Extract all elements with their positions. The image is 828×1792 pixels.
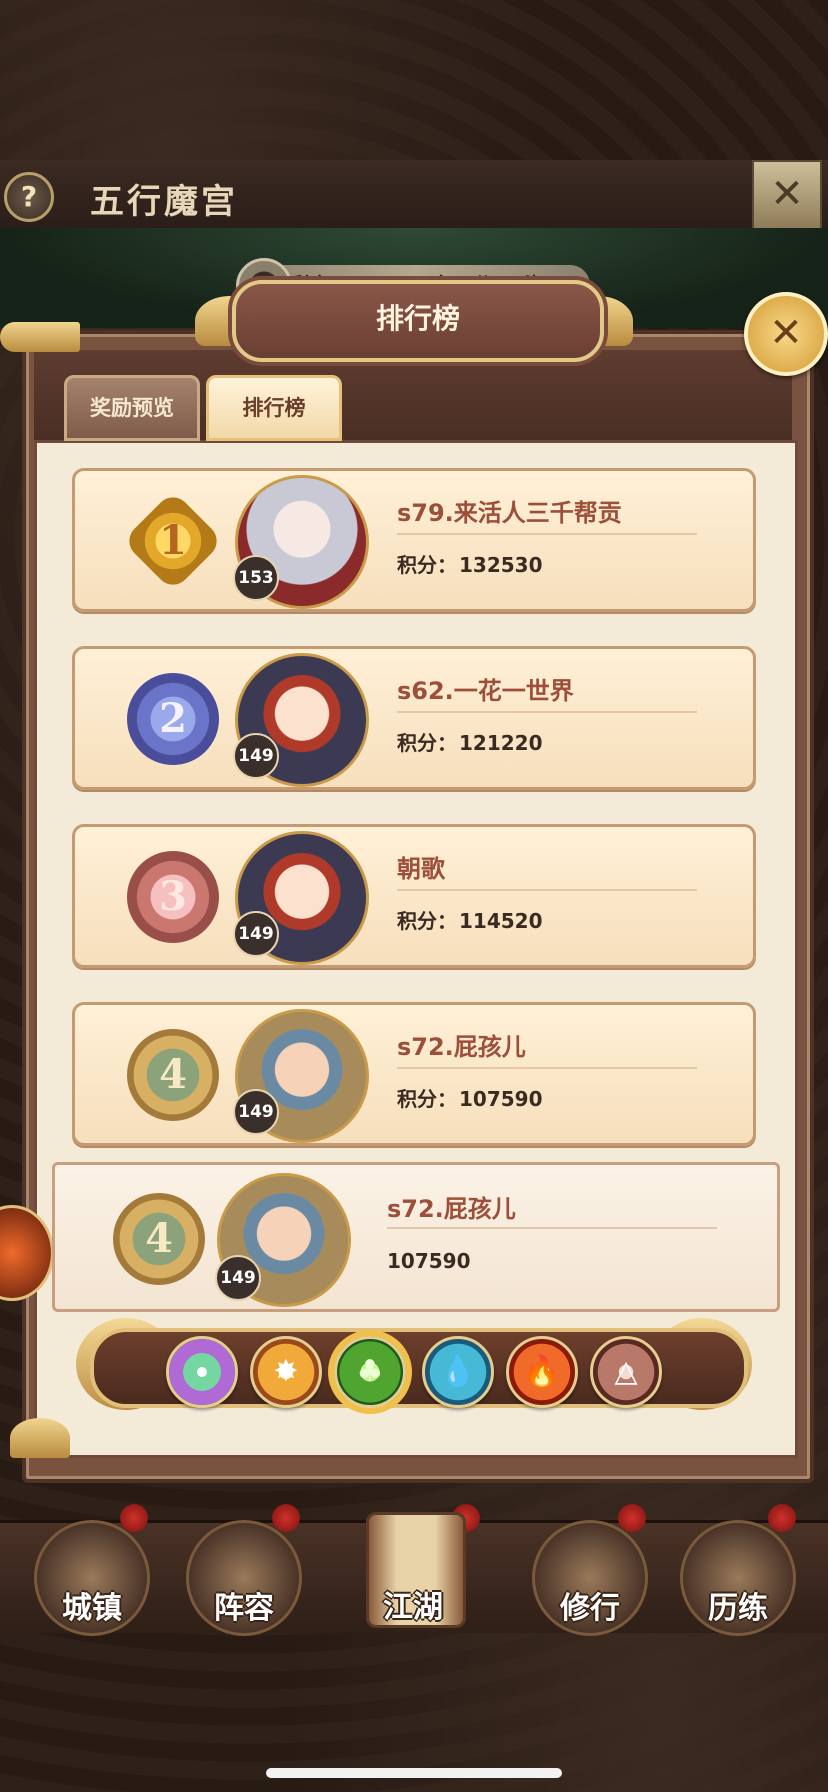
- wood-element-filter-icon[interactable]: ♣: [334, 1336, 406, 1408]
- top-bar: ? 五行魔宫 ✕: [0, 160, 828, 230]
- score: 积分： 107590: [397, 1083, 543, 1112]
- score-label: 积分：: [397, 909, 457, 933]
- panel-close-button[interactable]: ✕: [744, 292, 828, 376]
- rank-row[interactable]: 1 153 s79.来活人三千帮贡 积分： 132530: [72, 468, 756, 612]
- nav-jianghu-label: 江湖: [383, 1590, 443, 1625]
- water-element-filter-icon[interactable]: 💧: [422, 1336, 494, 1408]
- rank-row[interactable]: 2 149 s62.一花一世界 积分： 121220: [72, 646, 756, 790]
- nav-trials-label: 历练: [708, 1591, 768, 1626]
- divider: [397, 889, 697, 891]
- score: 积分： 132530: [397, 549, 543, 578]
- corner-ornament: [0, 322, 80, 352]
- nav-cultivation-label: 修行: [560, 1591, 620, 1626]
- help-button[interactable]: ?: [4, 172, 54, 222]
- nav-jianghu[interactable]: 江湖: [348, 1502, 478, 1632]
- notification-dot: [618, 1504, 646, 1532]
- ranking-list: 1 153 s79.来活人三千帮贡 积分： 132530 2 149 s62.一花…: [72, 468, 756, 1180]
- rank-number: 3: [159, 873, 187, 920]
- tab-reward-preview[interactable]: 奖励预览: [64, 375, 200, 441]
- notification-dot: [272, 1504, 300, 1532]
- nav-lineup[interactable]: 阵容: [186, 1520, 302, 1636]
- earth-element-filter-icon[interactable]: △: [590, 1336, 662, 1408]
- top-close-button[interactable]: ✕: [752, 160, 822, 230]
- player-name: s79.来活人三千帮贡: [397, 499, 622, 527]
- divider: [397, 533, 697, 535]
- mode-title: 五行魔宫: [90, 182, 238, 222]
- my-player-name: s72.屁孩儿: [387, 1195, 516, 1223]
- score-label: 积分：: [397, 553, 457, 577]
- all-element-filter-icon[interactable]: [166, 1336, 238, 1408]
- level-badge: 149: [233, 911, 279, 957]
- level-badge: 149: [233, 1089, 279, 1135]
- nav-lineup-label: 阵容: [214, 1591, 274, 1626]
- notification-dot: [120, 1504, 148, 1532]
- rank-number: 4: [159, 1051, 187, 1098]
- player-name: s72.屁孩儿: [397, 1033, 526, 1061]
- my-score: 107590: [387, 1249, 471, 1273]
- rank-row[interactable]: 4 149 s72.屁孩儿 积分： 107590: [72, 1002, 756, 1146]
- panel-bottom-ornament: [10, 1418, 70, 1458]
- nav-cultivation[interactable]: 修行: [532, 1520, 648, 1636]
- level-badge: 153: [233, 555, 279, 601]
- nav-town[interactable]: 城镇: [34, 1520, 150, 1636]
- divider: [397, 1067, 697, 1069]
- panel-title-banner: 排行榜: [232, 280, 604, 362]
- player-name: 朝歌: [397, 855, 445, 883]
- score: 积分： 114520: [397, 905, 543, 934]
- nav-trials[interactable]: 历练: [680, 1520, 796, 1636]
- level-badge: 149: [233, 733, 279, 779]
- player-name: s62.一花一世界: [397, 677, 574, 705]
- score-label: 积分：: [397, 731, 457, 755]
- rank-row[interactable]: 3 149 朝歌 积分： 114520: [72, 824, 756, 968]
- rank-number: 1: [159, 517, 187, 564]
- score-value: 114520: [459, 909, 543, 933]
- tab-ranking[interactable]: 排行榜: [206, 375, 342, 441]
- my-level-badge: 149: [215, 1255, 261, 1301]
- rank-number: 2: [159, 695, 187, 742]
- metal-element-filter-icon[interactable]: ✸: [250, 1336, 322, 1408]
- nav-town-label: 城镇: [62, 1591, 122, 1626]
- my-rank-number: 4: [145, 1215, 173, 1262]
- divider: [387, 1227, 717, 1229]
- score-value: 121220: [459, 731, 543, 755]
- home-indicator[interactable]: [266, 1768, 562, 1778]
- score: 积分： 121220: [397, 727, 543, 756]
- score-value: 132530: [459, 553, 543, 577]
- score-value: 107590: [459, 1087, 543, 1111]
- score-label: 积分：: [397, 1087, 457, 1111]
- notification-dot: [768, 1504, 796, 1532]
- divider: [397, 711, 697, 713]
- panel-title: 排行榜: [375, 302, 460, 335]
- my-rank-row: 4 149 s72.屁孩儿 107590: [52, 1162, 780, 1312]
- fire-element-filter-icon[interactable]: 🔥: [506, 1336, 578, 1408]
